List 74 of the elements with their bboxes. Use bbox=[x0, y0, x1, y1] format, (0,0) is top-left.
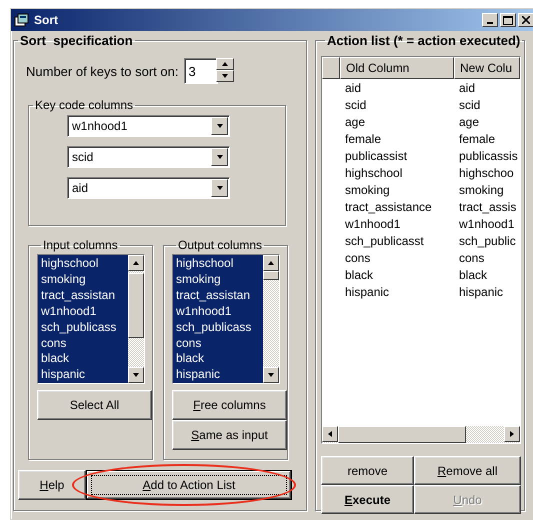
scroll-left-icon bbox=[327, 430, 333, 438]
table-cell-text: w1nhood1 bbox=[458, 216, 516, 230]
table-cell-text: female bbox=[344, 132, 382, 146]
close-button[interactable] bbox=[518, 13, 533, 27]
table-cell-text: sch_publicasst bbox=[344, 234, 425, 248]
scroll-up-icon bbox=[132, 260, 140, 266]
table-cell-text: sch_public bbox=[458, 234, 517, 248]
table-cell-text: black bbox=[458, 268, 488, 282]
column-listbox[interactable]: highschool smoking tract_assistan w1nhood1 sch_publicass cons black hispanic bbox=[172, 254, 280, 384]
scroll-thumb[interactable] bbox=[128, 273, 144, 338]
group-title: Input columns bbox=[42, 238, 119, 252]
close-icon bbox=[522, 16, 530, 24]
table-cell-text: smoking bbox=[344, 182, 391, 196]
gb-button[interactable]: Select All bbox=[37, 390, 152, 420]
table-cell-text: cons bbox=[458, 250, 486, 264]
column-listbox[interactable]: highschool smoking tract_assistan w1nhood1 sch_publicass cons black hispanic bbox=[37, 254, 145, 384]
down-arrow-icon bbox=[221, 73, 230, 79]
group-title: Sort specification bbox=[19, 33, 134, 48]
group-title: Key code columns bbox=[34, 98, 134, 112]
maximize-icon bbox=[503, 16, 513, 24]
table-cell-text: smoking bbox=[458, 182, 505, 196]
dropdown-arrow-icon bbox=[216, 123, 224, 129]
action-list-view[interactable] bbox=[321, 56, 521, 444]
help-button[interactable]: Help bbox=[18, 470, 86, 500]
group-title: Action list (* = action executed) bbox=[326, 33, 522, 48]
table-cell-text: scid bbox=[344, 98, 368, 112]
table-cell-text: publicassist bbox=[344, 148, 408, 162]
scroll-thumb[interactable] bbox=[263, 271, 279, 280]
scroll-right-icon bbox=[509, 430, 515, 438]
scrollbar[interactable] bbox=[263, 255, 279, 383]
column-header[interactable]: New Colu bbox=[454, 57, 520, 79]
scrollbar[interactable] bbox=[322, 426, 520, 443]
add-button[interactable]: Add to Action List bbox=[86, 470, 292, 500]
key-column-dropdown[interactable]: w1nhood1 bbox=[67, 115, 230, 137]
table-cell-text: scid bbox=[458, 98, 482, 112]
table-cell-text: aid bbox=[344, 80, 362, 94]
app-icon bbox=[14, 13, 30, 27]
minimize-button[interactable] bbox=[482, 13, 498, 27]
gb-button[interactable]: Same as input bbox=[172, 420, 287, 450]
key-column-dropdown[interactable]: aid bbox=[67, 177, 230, 199]
table-cell-text: black bbox=[344, 268, 374, 282]
table-cell-text: highschool bbox=[344, 166, 404, 180]
table-cell-text: publicassis bbox=[458, 148, 519, 162]
table-cell-text: hispanic bbox=[458, 284, 504, 298]
ab-button[interactable]: remove bbox=[321, 456, 414, 485]
window-title: Sort bbox=[34, 13, 59, 27]
table-cell-text: hispanic bbox=[344, 284, 390, 298]
table-cell-text: w1nhood1 bbox=[344, 216, 402, 230]
table-cell-text: age bbox=[344, 114, 366, 128]
gb-button[interactable]: Free columns bbox=[172, 390, 287, 420]
table-cell-text: highschoo bbox=[458, 166, 515, 180]
table-cell-text: female bbox=[458, 132, 496, 146]
scroll-down-icon bbox=[267, 372, 275, 378]
dropdown-arrow-icon bbox=[216, 154, 224, 160]
ab-button[interactable]: Execute bbox=[321, 485, 414, 514]
scroll-thumb[interactable] bbox=[338, 426, 466, 443]
key-column-dropdown[interactable]: scid bbox=[67, 146, 230, 168]
ab-button[interactable]: Remove all bbox=[414, 456, 521, 485]
group-title: Output columns bbox=[177, 238, 264, 252]
table-cell-text: tract_assis bbox=[458, 200, 518, 214]
table-cell-text: cons bbox=[344, 250, 372, 264]
scrollbar[interactable] bbox=[128, 255, 144, 383]
table-cell-text: tract_assistance bbox=[344, 200, 433, 214]
scroll-down-icon bbox=[132, 372, 140, 378]
table-cell-text: age bbox=[458, 114, 480, 128]
keys-label: Number of keys to sort on: bbox=[26, 64, 178, 78]
table-cell-text: aid bbox=[458, 80, 476, 94]
up-arrow-icon bbox=[221, 61, 230, 67]
dropdown-arrow-icon bbox=[216, 185, 224, 191]
header-corner bbox=[322, 57, 340, 79]
keys-spinner-field[interactable]: 3 bbox=[184, 58, 218, 84]
maximize-button[interactable] bbox=[500, 13, 516, 27]
scroll-up-icon bbox=[267, 260, 275, 266]
column-header[interactable]: Old Column bbox=[340, 57, 454, 79]
